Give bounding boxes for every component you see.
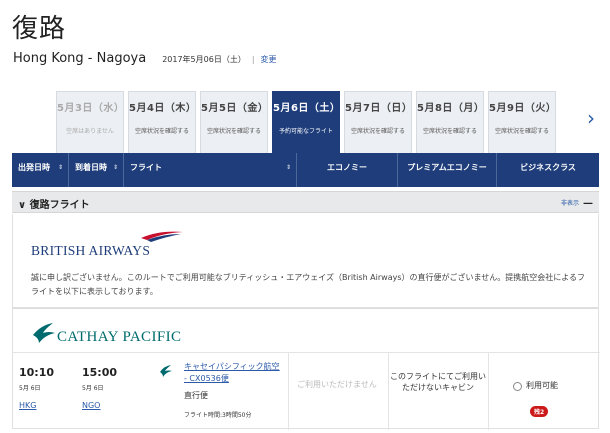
date-tab-status: 空席状況を確認する <box>206 128 261 135</box>
chevron-down-icon: ∨ <box>18 200 27 211</box>
departure-airport-link[interactable]: HKG <box>19 401 36 410</box>
date-tab-may-5[interactable]: 5月5日（金） 空席状況を確認する <box>200 91 268 153</box>
arrival-airport-link[interactable]: NGO <box>82 401 100 410</box>
date-strip: 5月3日（水） 空席はありません 5月4日（木） 空席状況を確認する 5月5日（… <box>56 91 560 153</box>
arrival-date: 5月 6日 <box>82 385 104 392</box>
hide-section-toggle[interactable]: 非表示 — <box>561 198 593 209</box>
date-tab-may-4[interactable]: 5月4日（木） 空席状況を確認する <box>128 91 196 153</box>
change-link[interactable]: 変更 <box>261 54 277 65</box>
date-tab-date: 5月8日（月） <box>417 103 485 114</box>
business-fare-radio[interactable] <box>513 382 522 391</box>
route-line: Hong Kong - Nagoya 2017年5月06日（土） | 変更 <box>13 51 277 66</box>
premium-economy-unavailable: このフライトにてご利用いただけないキャビン <box>390 372 486 392</box>
route-label: Hong Kong - Nagoya <box>13 51 147 66</box>
header-flight[interactable]: フライト ⇕ <box>124 153 297 187</box>
divider <box>13 352 600 353</box>
header-departure-label: 出発日時 <box>18 163 50 172</box>
cx-brushwing-icon <box>33 323 55 343</box>
departure-time: 10:10 <box>19 366 55 379</box>
date-tab-status: 空席状況を確認する <box>422 128 477 135</box>
date-tab-may-9[interactable]: 5月9日（火） 空席状況を確認する <box>488 91 556 153</box>
date-tab-may-7[interactable]: 5月7日（日） 空席状況を確認する <box>344 91 412 153</box>
header-departure[interactable]: 出発日時 ⇕ <box>12 153 69 187</box>
date-tab-may-8[interactable]: 5月8日（月） 空席状況を確認する <box>416 91 484 153</box>
header-premium-economy: プレミアムエコノミー <box>398 153 497 187</box>
date-tab-may-3[interactable]: 5月3日（水） 空席はありません <box>56 91 124 153</box>
flight-type: 直行便 <box>184 391 208 400</box>
route-date: 2017年5月06日（土） <box>162 55 246 64</box>
header-flight-label: フライト <box>130 163 162 172</box>
date-tab-date: 5月6日（土） <box>273 103 341 114</box>
date-tab-date: 5月3日（水） <box>57 103 125 114</box>
date-tab-date: 5月7日（日） <box>345 103 413 114</box>
date-tab-date: 5月9日（火） <box>489 103 557 114</box>
date-tab-status: 空席はありません <box>66 128 114 135</box>
economy-unavailable: ご利用いただけません <box>297 380 377 389</box>
cathay-pacific-panel: CATHAY PACIFIC 10:10 5月 6日 HKG 15:00 5月 … <box>12 308 600 430</box>
hide-label: 非表示 <box>560 200 579 207</box>
column-divider <box>488 353 489 430</box>
header-business-label: ビジネスクラス <box>520 163 576 172</box>
british-airways-panel: BRITISH AIRWAYS 誠に申し訳ございません。このルートでご利用可能な… <box>12 214 599 308</box>
cathay-pacific-logo: CATHAY PACIFIC <box>33 323 181 345</box>
departure-date: 5月 6日 <box>19 385 41 392</box>
business-availability: 利用可能 <box>526 381 558 390</box>
date-tab-status: 予約可能なフライト <box>278 128 333 135</box>
header-arrival-label: 到着日時 <box>75 163 107 172</box>
column-divider <box>388 353 389 430</box>
section-title: ∨ 復路フライト <box>18 196 90 211</box>
cx-logo-text: CATHAY PACIFIC <box>57 329 181 345</box>
header-arrival[interactable]: 到着日時 ⇕ <box>69 153 124 187</box>
return-flights-section-bar: ∨ 復路フライト 非表示 — <box>12 191 599 213</box>
collapse-icon: — <box>583 198 593 209</box>
arrival-time: 15:00 <box>82 366 118 379</box>
header-premium-economy-label: プレミアムエコノミー <box>407 163 487 172</box>
results-table-header: 出発日時 ⇕ 到着日時 ⇕ フライト ⇕ エコノミー プレミアムエコノミー ビジ… <box>12 153 599 187</box>
route-separator: | <box>251 55 255 64</box>
british-airways-logo: BRITISH AIRWAYS <box>31 231 183 258</box>
date-tab-status: 空席状況を確認する <box>494 128 549 135</box>
seats-left-badge: 残2 <box>530 406 549 417</box>
next-dates-chevron-icon[interactable]: › <box>587 108 595 128</box>
column-divider <box>288 353 289 430</box>
header-economy-label: エコノミー <box>327 163 367 172</box>
no-direct-flight-message: 誠に申し訳ございません。このルートでご利用可能なブリティッシュ・エアウェイズ（B… <box>31 273 586 296</box>
sort-icon: ⇕ <box>112 164 118 171</box>
ba-logo-text: BRITISH AIRWAYS <box>31 243 150 258</box>
sort-icon: ⇕ <box>285 164 291 171</box>
date-tab-status: 空席状況を確認する <box>134 128 189 135</box>
header-economy: エコノミー <box>297 153 398 187</box>
flight-duration: フライト時間:3時間50分 <box>184 412 252 419</box>
section-title-label: 復路フライト <box>29 200 90 211</box>
date-tab-date: 5月5日（金） <box>201 103 269 114</box>
date-tab-may-6[interactable]: 5月6日（土） 予約可能なフライト <box>272 91 340 153</box>
header-business: ビジネスクラス <box>497 153 599 187</box>
flight-number-link[interactable]: キャセイパシフィック航空 - CX0536便 <box>184 361 282 385</box>
date-tab-status: 空席状況を確認する <box>350 128 405 135</box>
date-tab-date: 5月4日（木） <box>129 103 197 114</box>
sort-icon: ⇕ <box>57 164 63 171</box>
cx-brushwing-small-icon <box>160 365 172 377</box>
page-title: 復路 <box>12 14 67 44</box>
